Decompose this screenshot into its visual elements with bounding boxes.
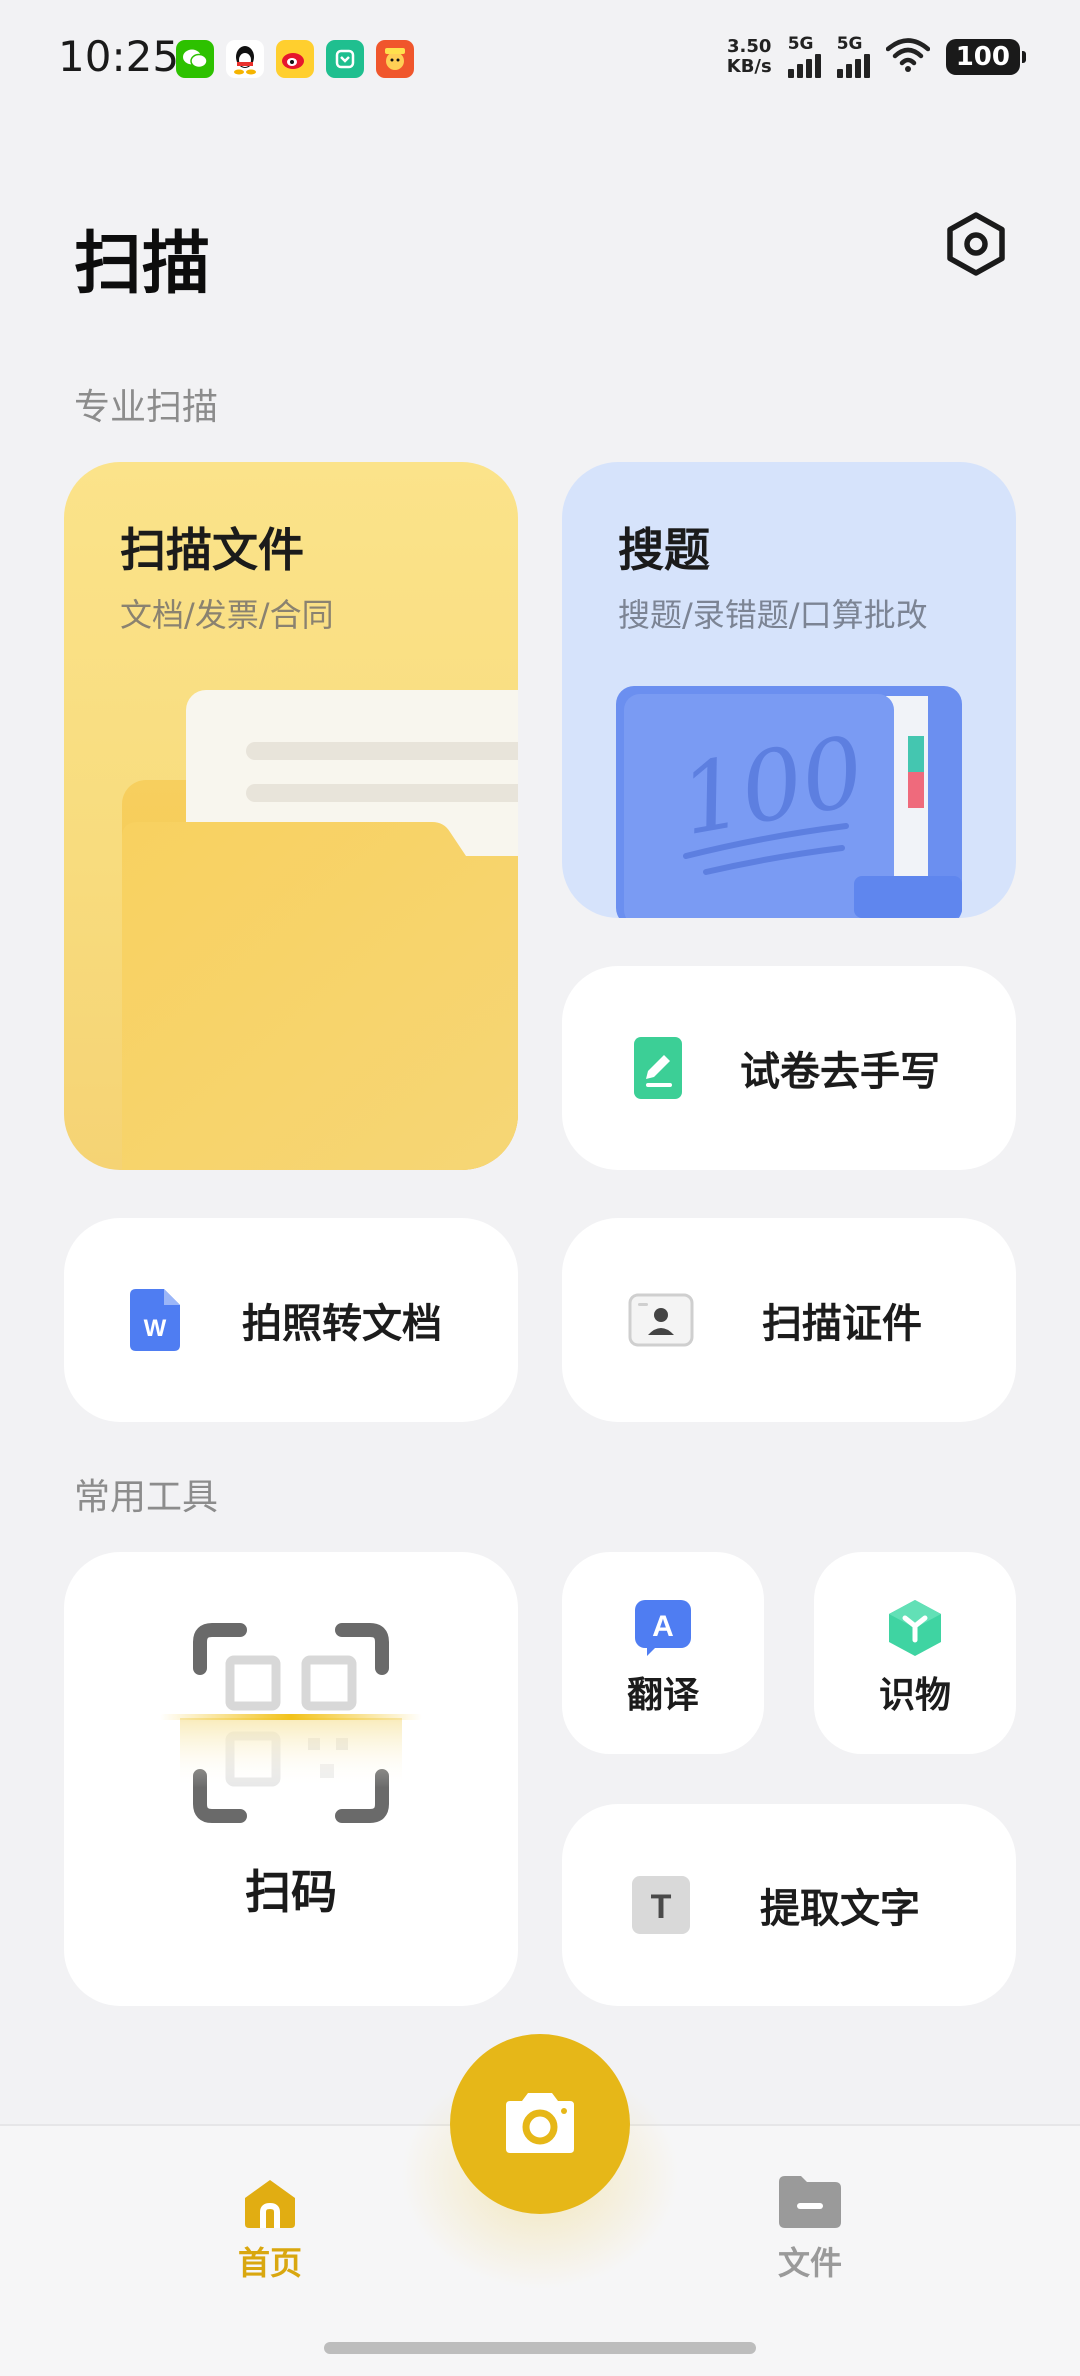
nav-files-label: 文件 [777, 2244, 842, 2282]
status-right: 3.50 KB/s 5G 5G 100 [727, 34, 1027, 78]
home-icon [245, 2180, 295, 2228]
search-question-title: 搜题 [618, 523, 710, 577]
translate-label: 翻译 [626, 1675, 699, 1716]
scan-file-card[interactable]: 扫描文件 文档/发票/合同 [64, 462, 518, 1170]
sim1-signal: 5G [787, 34, 821, 78]
speed-value: 3.50 [727, 36, 772, 57]
network-speed: 3.50 KB/s [727, 37, 772, 77]
remove-handwriting-card[interactable]: 试卷去手写 [562, 966, 1016, 1170]
settings-button[interactable] [942, 210, 1010, 278]
search-question-subtitle: 搜题/录错题/口算批改 [618, 596, 928, 634]
settings-hexagon-icon [947, 212, 1005, 276]
battery-indicator: 100 [945, 39, 1027, 75]
remove-handwriting-label: 试卷去手写 [740, 1049, 940, 1095]
nav-files[interactable]: 文件 [730, 2176, 890, 2284]
sim2-signal: 5G [836, 34, 870, 78]
svg-text:T: T [651, 1888, 672, 1926]
qr-scan-icon [160, 1623, 422, 1823]
page-title: 扫描 [74, 225, 211, 304]
scan-code-label: 扫码 [245, 1865, 337, 1919]
camera-button[interactable] [450, 2034, 630, 2214]
signal-bars-icon [836, 52, 870, 78]
sim2-label: 5G [836, 34, 863, 54]
nav-home[interactable]: 首页 [190, 2176, 350, 2284]
photo-to-doc-card[interactable]: W 拍照转文档 [64, 1218, 518, 1422]
identify-label: 识物 [878, 1675, 951, 1716]
folder-illustration-icon [122, 690, 518, 1170]
translate-icon: A [635, 1600, 691, 1656]
scan-file-title: 扫描文件 [120, 523, 304, 577]
speed-unit: KB/s [726, 56, 772, 77]
scan-code-card[interactable]: 扫码 [64, 1552, 518, 2006]
home-indicator [324, 2342, 756, 2354]
translate-card[interactable]: A 翻译 [562, 1552, 764, 1754]
folder-icon [779, 2176, 841, 2228]
nav-home-label: 首页 [237, 2244, 302, 2282]
status-time: 10:25 [58, 32, 180, 81]
scan-id-card[interactable]: 扫描证件 [562, 1218, 1016, 1422]
scan-file-subtitle: 文档/发票/合同 [120, 596, 334, 634]
qq-icon [226, 40, 264, 78]
extract-text-label: 提取文字 [760, 1886, 920, 1932]
game-icon [376, 40, 414, 78]
text-t-icon: T [632, 1876, 690, 1934]
identify-card[interactable]: 识物 [814, 1552, 1016, 1754]
id-card-icon [628, 1293, 694, 1347]
scan-id-label: 扫描证件 [762, 1301, 922, 1347]
sim1-label: 5G [787, 34, 814, 54]
app-icon [326, 40, 364, 78]
section-title-pro-scan: 专业扫描 [74, 387, 219, 428]
svg-text:W: W [144, 1315, 167, 1342]
status-bar: 10:25 3.50 KB/s 5G 5G 100 [0, 0, 1080, 120]
svg-text:A: A [652, 1610, 674, 1643]
search-question-card[interactable]: 搜题 搜题/录错题/口算批改 100 [562, 462, 1016, 918]
extract-text-card[interactable]: T 提取文字 [562, 1804, 1016, 2006]
word-doc-icon: W [130, 1289, 180, 1351]
weibo-icon [276, 40, 314, 78]
identify-cube-icon [889, 1600, 941, 1656]
section-title-tools: 常用工具 [74, 1477, 219, 1518]
signal-bars-icon [787, 52, 821, 78]
wechat-icon [176, 40, 214, 78]
wifi-icon [885, 38, 930, 76]
notebook-100-icon: 100 [616, 686, 962, 918]
pen-edit-icon [634, 1037, 682, 1099]
camera-icon [506, 2093, 574, 2153]
notification-icons [176, 40, 414, 78]
photo-to-doc-label: 拍照转文档 [242, 1301, 442, 1347]
